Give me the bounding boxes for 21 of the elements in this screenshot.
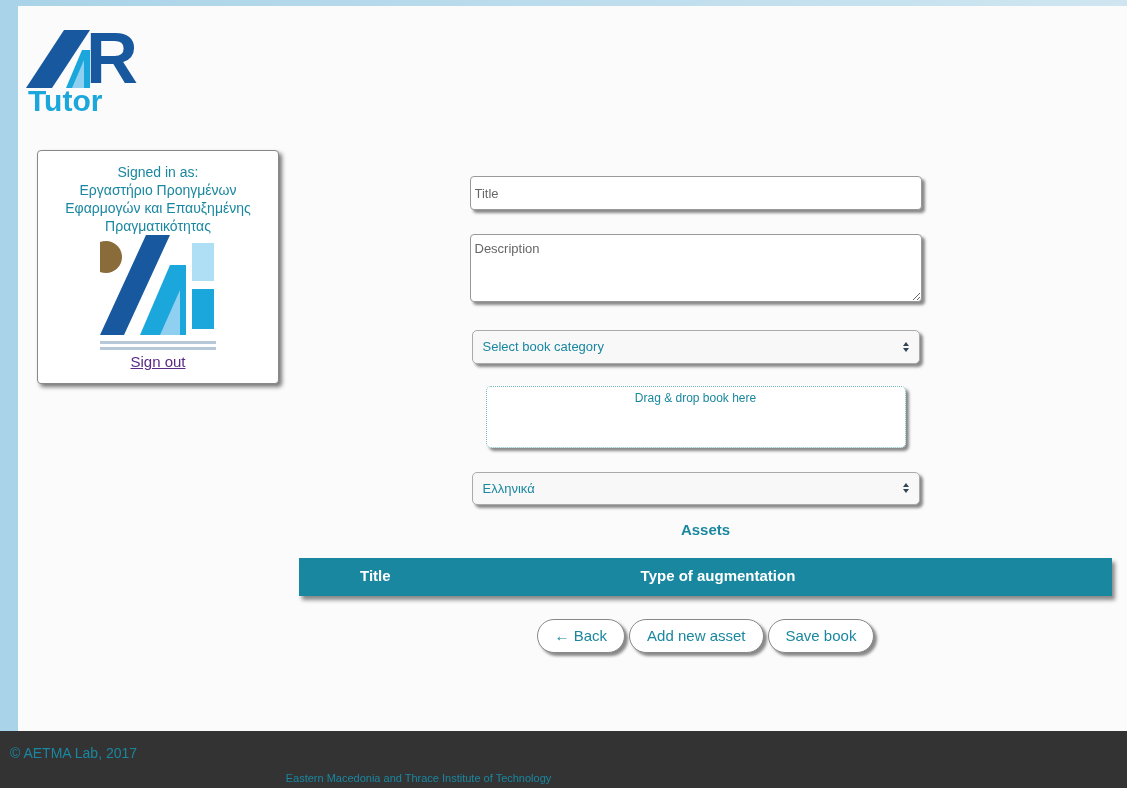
column-header: Title xyxy=(360,566,391,587)
action-button[interactable]: Save book xyxy=(767,618,875,653)
updown-arrows-icon xyxy=(902,483,909,494)
logo-word: Tutor xyxy=(28,88,104,114)
sign-out-link[interactable]: Sign out xyxy=(130,353,186,370)
column-header: Type of augmentation xyxy=(640,566,796,587)
title-field[interactable]: Title xyxy=(469,176,922,210)
logo-letter: R xyxy=(86,28,138,88)
institute-text: Eastern Macedonia and Thrace Institute of Technology xyxy=(284,771,553,786)
signed-in-label: Signed in as: xyxy=(116,163,200,181)
logo-stripes-drawing xyxy=(26,30,92,88)
language-select[interactable]: Ελληνικά xyxy=(471,471,920,505)
copyright-text: © AETMA Lab, 2017 xyxy=(10,744,139,763)
book-dropzone[interactable]: Drag & drop book here xyxy=(485,385,906,448)
description-field[interactable]: Description xyxy=(469,234,922,302)
user-name: Εργαστήριο Προηγμένων Εφαρμογών και Επαυξημένης Πραγματικότητας xyxy=(64,181,252,235)
action-button[interactable]: Add new asset xyxy=(629,618,764,653)
assets-heading: Assets xyxy=(680,520,731,540)
updown-arrows-icon xyxy=(902,341,909,352)
action-button[interactable]: ← Back xyxy=(536,618,626,653)
category-select[interactable]: Select book category xyxy=(471,330,920,364)
